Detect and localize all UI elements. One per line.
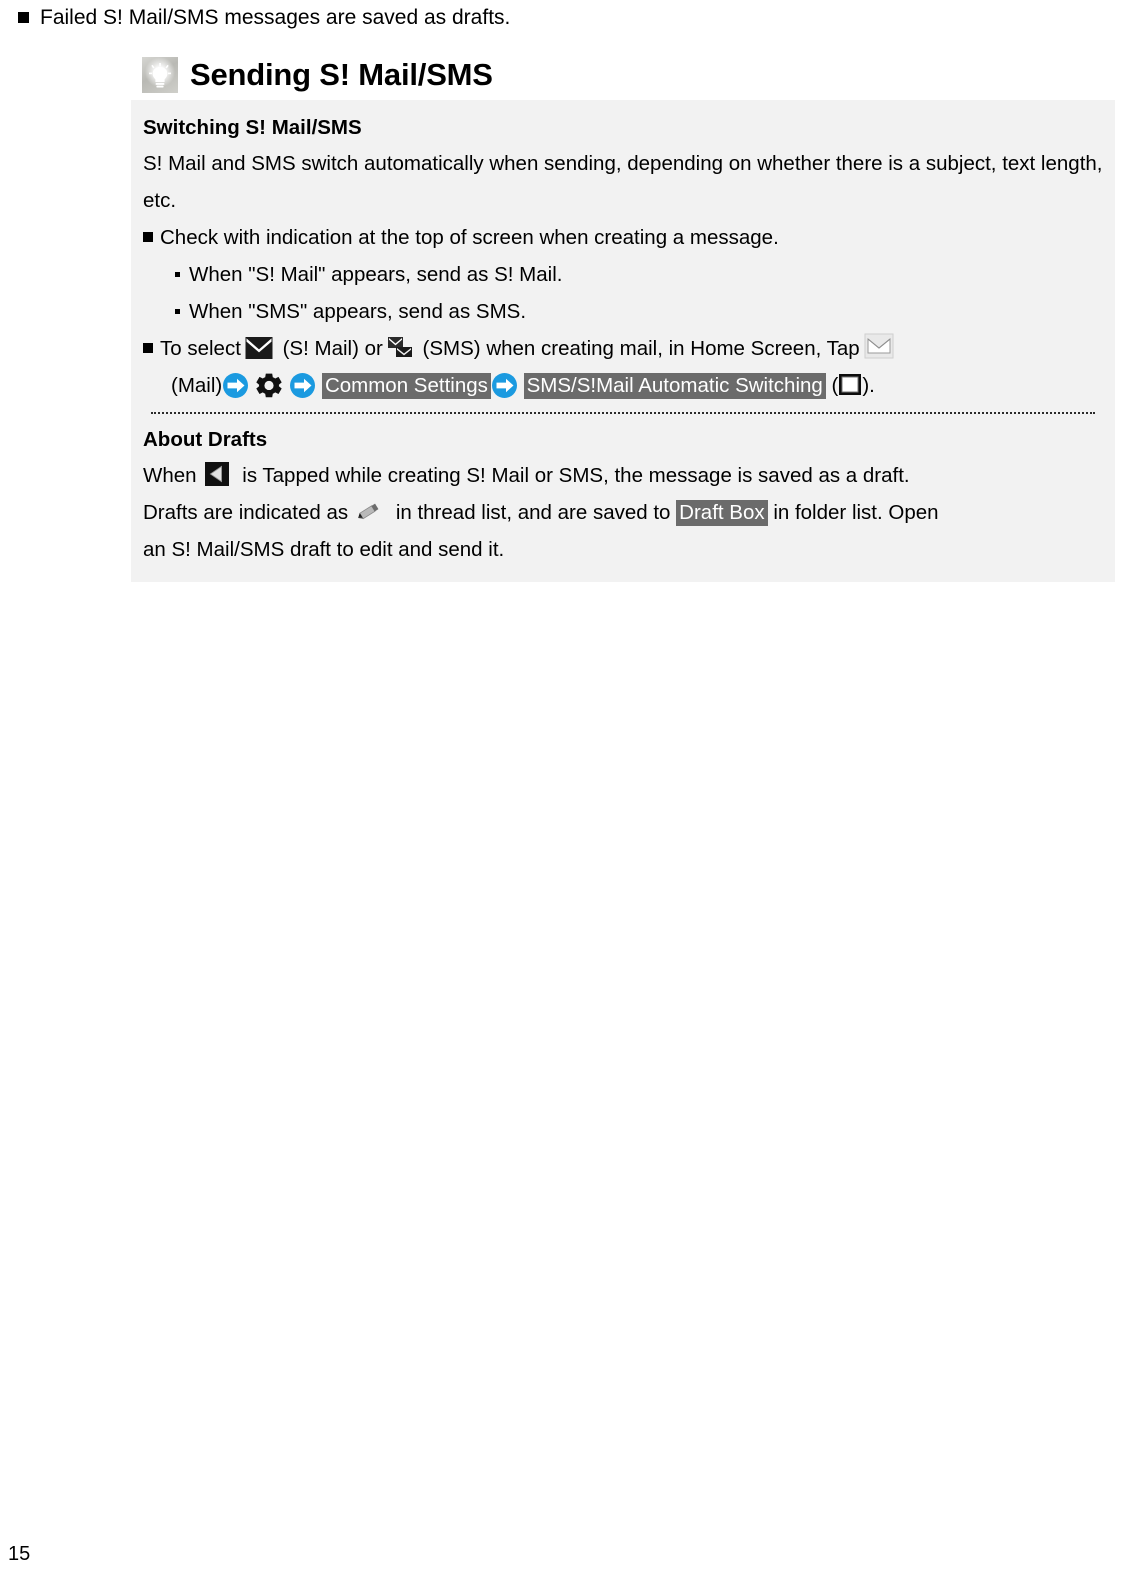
page-number: 15 bbox=[8, 1543, 31, 1565]
drafts-line2-part3: in folder list. Open bbox=[773, 501, 939, 524]
switching-block: Switching S! Mail/SMS S! Mail and SMS sw… bbox=[131, 100, 1115, 582]
chip-auto-switching[interactable]: SMS/S!Mail Automatic Switching bbox=[523, 373, 826, 399]
to-select-text-3: (SMS) when creating mail, in Home Screen… bbox=[422, 337, 860, 360]
checkbox-icon[interactable] bbox=[838, 373, 862, 396]
square-bullet-icon bbox=[143, 232, 153, 242]
intro-note-text: Failed S! Mail/SMS messages are saved as… bbox=[40, 6, 511, 29]
arrow-right-icon bbox=[491, 372, 518, 399]
gear-icon bbox=[254, 371, 284, 399]
drafts-line-3: an S! Mail/SMS draft to edit and send it… bbox=[143, 538, 505, 561]
drafts-line-2: Drafts are indicated as in thread list, … bbox=[143, 494, 1103, 531]
paren-close: ). bbox=[862, 374, 875, 397]
arrow-right-icon bbox=[289, 372, 316, 399]
settings-path-line: (Mail) Common Settings SMS/S!Mail Automa… bbox=[143, 367, 1103, 404]
back-button-icon bbox=[202, 461, 232, 487]
tip-bulb-icon bbox=[142, 57, 178, 93]
intro-note: Failed S! Mail/SMS messages are saved as… bbox=[18, 4, 510, 32]
sub-bullet-sms-text: When "SMS" appears, send as SMS. bbox=[189, 300, 527, 323]
square-bullet-icon bbox=[18, 12, 29, 23]
paren-open: ( bbox=[831, 374, 839, 397]
sub-bullet-smail-text: When "S! Mail" appears, send as S! Mail. bbox=[189, 263, 563, 286]
drafts-line1-part1: When bbox=[143, 464, 197, 487]
section-heading: Sending S! Mail/SMS bbox=[142, 57, 493, 93]
mail-label: (Mail) bbox=[171, 374, 223, 397]
chip-common-settings[interactable]: Common Settings bbox=[321, 373, 491, 399]
sub-bullet-smail: When "S! Mail" appears, send as S! Mail. bbox=[143, 256, 1103, 293]
drafts-line-1: When is Tapped while creating S! Mail or… bbox=[143, 457, 1103, 494]
arrow-right-icon bbox=[222, 372, 249, 399]
to-select-text-2: (S! Mail) or bbox=[282, 337, 383, 360]
pencil-draft-icon bbox=[354, 499, 384, 523]
dot-bullet-icon bbox=[175, 272, 180, 277]
drafts-line2-part1: Drafts are indicated as bbox=[143, 501, 349, 524]
bullet-check-indication: Check with indication at the top of scre… bbox=[143, 219, 1103, 256]
drafts-line1-part2: is Tapped while creating S! Mail or SMS,… bbox=[242, 464, 910, 487]
drafts-line2-part2: in thread list, and are saved to bbox=[395, 501, 671, 524]
switching-paragraph: S! Mail and SMS switch automatically whe… bbox=[143, 152, 1103, 212]
bullet-check-text: Check with indication at the top of scre… bbox=[160, 226, 779, 249]
drafts-heading: About Drafts bbox=[143, 428, 268, 451]
mail-app-icon bbox=[864, 333, 894, 359]
bullet-to-select: To select (S! Mail) or (SMS) when creati… bbox=[143, 330, 1103, 367]
dot-bullet-icon bbox=[175, 309, 180, 314]
envelope-smail-icon bbox=[245, 336, 273, 360]
sms-chat-icon bbox=[387, 336, 413, 360]
to-select-text-1: To select bbox=[160, 337, 241, 360]
section-title: Sending S! Mail/SMS bbox=[190, 57, 493, 92]
square-bullet-icon bbox=[143, 343, 153, 353]
content-panel: Switching S! Mail/SMS S! Mail and SMS sw… bbox=[131, 100, 1115, 582]
switching-heading: Switching S! Mail/SMS bbox=[143, 116, 362, 139]
sub-bullet-sms: When "SMS" appears, send as SMS. bbox=[143, 293, 1103, 330]
chip-draft-box[interactable]: Draft Box bbox=[676, 500, 768, 526]
